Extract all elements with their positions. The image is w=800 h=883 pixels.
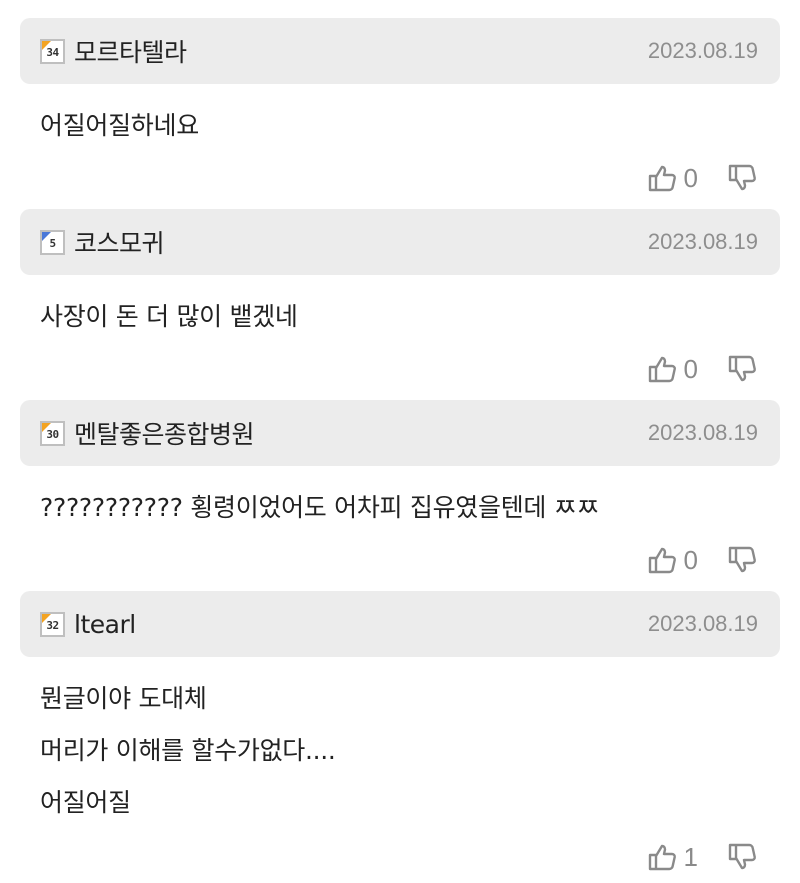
level-badge-icon: 5 <box>40 229 65 255</box>
thumbs-down-icon[interactable] <box>726 544 758 576</box>
comment-date: 2023.08.19 <box>647 38 758 63</box>
thumbs-up-icon[interactable] <box>646 544 678 576</box>
author-nickname[interactable]: ltearl <box>74 610 648 639</box>
thumbs-up-icon[interactable] <box>646 353 678 385</box>
comment-body: 뭔글이야 도대체 머리가 이해를 할수가없다.... 어질어질 <box>0 657 800 829</box>
author-nickname[interactable]: 멘탈좋은종합병원 <box>74 415 648 451</box>
thumbs-down-icon[interactable] <box>726 841 758 873</box>
level-badge-icon: 32 <box>40 611 65 637</box>
comment-line: 사장이 돈 더 많이 뱉겠네 <box>40 302 298 331</box>
thumbs-up-icon[interactable] <box>646 841 678 873</box>
author-nickname[interactable]: 모르타텔라 <box>74 33 648 69</box>
vote-bar: 0 <box>0 534 800 586</box>
comment-item: 34 모르타텔라 2023.08.19 어질어질하네요 0 <box>0 18 800 204</box>
like-count: 0 <box>683 162 698 193</box>
comment-header: 32 ltearl 2023.08.19 <box>20 591 780 657</box>
author-nickname[interactable]: 코스모귀 <box>74 224 648 260</box>
level-badge-icon: 34 <box>40 38 65 64</box>
comment-body: 어질어질하네요 <box>0 84 800 152</box>
comment-date: 2023.08.19 <box>647 229 758 254</box>
thumbs-up-icon[interactable] <box>646 162 678 194</box>
comment-header: 5 코스모귀 2023.08.19 <box>20 209 780 275</box>
comment-body: 사장이 돈 더 많이 뱉겠네 <box>0 275 800 343</box>
vote-bar: 0 <box>0 343 800 395</box>
comment-header: 34 모르타텔라 2023.08.19 <box>20 18 780 84</box>
comment-body: ??????????? 횡령이었어도 어차피 집유였을텐데 ㅉㅉ <box>0 466 800 534</box>
comment-item: 5 코스모귀 2023.08.19 사장이 돈 더 많이 뱉겠네 0 <box>0 209 800 395</box>
level-badge-icon: 30 <box>40 420 65 446</box>
like-count: 1 <box>683 841 698 872</box>
thumbs-down-icon[interactable] <box>726 162 758 194</box>
comment-line: ??????????? 횡령이었어도 어차피 집유였을텐데 ㅉㅉ <box>40 493 600 522</box>
comment-date: 2023.08.19 <box>647 611 758 636</box>
vote-bar: 1 <box>0 831 800 883</box>
comment-line: 어질어질 <box>40 788 131 817</box>
like-count: 0 <box>683 353 698 384</box>
like-count: 0 <box>683 544 698 575</box>
comment-item: 32 ltearl 2023.08.19 뭔글이야 도대체 머리가 이해를 할수… <box>0 591 800 883</box>
comment-item: 30 멘탈좋은종합병원 2023.08.19 ??????????? 횡령이었어… <box>0 400 800 586</box>
vote-bar: 0 <box>0 152 800 204</box>
comment-header: 30 멘탈좋은종합병원 2023.08.19 <box>20 400 780 466</box>
comment-line: 뭔글이야 도대체 <box>40 684 207 713</box>
comment-line: 머리가 이해를 할수가없다.... <box>40 736 336 765</box>
comment-line: 어질어질하네요 <box>40 111 199 140</box>
comment-date: 2023.08.19 <box>647 420 758 445</box>
thumbs-down-icon[interactable] <box>726 353 758 385</box>
